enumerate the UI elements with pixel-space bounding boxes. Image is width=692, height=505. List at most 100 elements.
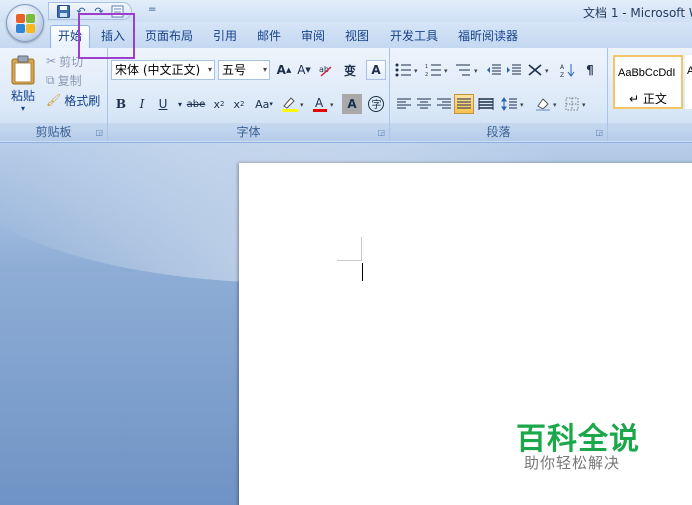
line-spacing-button[interactable]: ▾	[500, 94, 528, 114]
svg-text:A: A	[315, 96, 324, 110]
format-painter-label: 格式刷	[64, 93, 101, 108]
highlight-color-button[interactable]: ▾	[280, 94, 308, 114]
scissors-icon: ✂	[46, 54, 57, 68]
style-next[interactable]: A	[685, 55, 692, 109]
font-name-combobox[interactable]: 宋体 (中文正文) ▾	[111, 60, 215, 80]
shading-button[interactable]: ▾	[534, 94, 562, 114]
font-name-dropdown-icon: ▾	[207, 65, 212, 74]
italic-button[interactable]: I	[132, 94, 152, 114]
clear-formatting-icon[interactable]: ab	[316, 60, 336, 80]
asian-layout-button[interactable]: ▾	[526, 60, 554, 80]
style-name: ↵ 正文	[629, 92, 667, 106]
tab-review[interactable]: 审阅	[295, 26, 331, 46]
distributed-align-button[interactable]	[476, 94, 496, 114]
tab-mailings[interactable]: 邮件	[251, 26, 287, 46]
svg-text:▾: ▾	[444, 67, 448, 75]
change-case-label: Aa	[255, 97, 270, 111]
copy-button[interactable]: ⧉ 复制	[46, 71, 82, 89]
character-shading-icon[interactable]: A	[342, 94, 362, 114]
window-title: 文档 1 - Microsoft W	[583, 6, 692, 20]
clipboard-group-label: 剪贴板	[0, 123, 107, 141]
svg-text:▾: ▾	[553, 101, 557, 109]
svg-text:▾: ▾	[582, 101, 586, 109]
show-marks-icon[interactable]: ¶	[580, 60, 600, 80]
change-case-button[interactable]: Aa ▾	[250, 94, 278, 114]
office-button[interactable]	[6, 4, 44, 42]
paragraph-group: ▾ 1 2 ▾ ▾ ▾ AZ ¶ ▾ ▾ ▾ 段落 ◲	[390, 48, 608, 141]
strikethrough-label: abe	[186, 98, 206, 110]
borders-button[interactable]: ▾	[564, 94, 592, 114]
svg-text:▾: ▾	[545, 67, 549, 75]
align-left-button[interactable]	[394, 94, 414, 114]
svg-text:▾: ▾	[330, 101, 334, 109]
svg-text:Z: Z	[560, 72, 564, 78]
font-size-dropdown-icon: ▾	[262, 65, 267, 74]
clipboard-launcher-icon[interactable]: ◲	[95, 128, 103, 137]
multilevel-list-button[interactable]: ▾	[454, 60, 482, 80]
decrease-indent-icon[interactable]	[484, 60, 504, 80]
bullets-button[interactable]: ▾	[394, 60, 422, 80]
style-next-sample: A	[687, 65, 692, 77]
insert-tab-highlight	[78, 13, 135, 59]
copy-label: 复制	[57, 73, 82, 88]
numbering-button[interactable]: 1 2 ▾	[424, 60, 452, 80]
paragraph-group-label: 段落	[390, 123, 607, 141]
ribbon: 粘贴 ▾ ✂ 剪切 ⧉ 复制 🖌 格式刷 剪贴板 ◲ 宋体 (中文正文) ▾ 五…	[0, 48, 692, 143]
paste-button[interactable]: 粘贴 ▾	[6, 52, 40, 116]
font-group-label: 字体	[108, 123, 389, 141]
enclose-characters-icon[interactable]: 字	[366, 94, 386, 114]
tab-view[interactable]: 视图	[339, 26, 375, 46]
svg-text:1: 1	[425, 64, 428, 70]
save-icon[interactable]	[55, 4, 71, 18]
text-cursor	[362, 263, 363, 281]
clipboard-group: 粘贴 ▾ ✂ 剪切 ⧉ 复制 🖌 格式刷 剪贴板 ◲	[0, 48, 108, 141]
character-border-icon[interactable]: A	[366, 60, 386, 80]
shrink-font-button[interactable]: A ▼	[294, 60, 314, 80]
tab-references[interactable]: 引用	[207, 26, 243, 46]
justify-button[interactable]	[454, 94, 474, 114]
svg-text:▾: ▾	[474, 67, 478, 75]
paragraph-launcher-icon[interactable]: ◲	[595, 128, 603, 137]
paste-label: 粘贴	[10, 89, 35, 103]
highlighter-icon: ▾	[282, 97, 304, 112]
align-right-button[interactable]	[434, 94, 454, 114]
sort-icon[interactable]: AZ	[558, 60, 578, 80]
svg-text:字: 字	[372, 98, 382, 111]
tab-foxit-reader[interactable]: 福昕阅读器	[452, 26, 524, 46]
margin-mark-horizontal	[337, 260, 361, 261]
clipboard-icon	[11, 55, 35, 85]
customize-qat-dropdown[interactable]: =	[148, 4, 156, 15]
font-color-button[interactable]: A ▾	[310, 94, 338, 114]
align-center-button[interactable]	[414, 94, 434, 114]
font-name-value: 宋体 (中文正文)	[115, 63, 201, 77]
paste-dropdown-icon: ▾	[20, 104, 25, 113]
copy-icon: ⧉	[46, 72, 55, 87]
styles-group-label	[608, 123, 692, 141]
margin-mark-vertical	[361, 237, 362, 261]
font-launcher-icon[interactable]: ◲	[377, 128, 385, 137]
svg-text:▾: ▾	[414, 67, 418, 75]
svg-text:2: 2	[425, 72, 428, 77]
strikethrough-button[interactable]: abe	[184, 94, 208, 114]
tab-page-layout[interactable]: 页面布局	[140, 26, 198, 46]
increase-indent-icon[interactable]	[504, 60, 524, 80]
format-painter-button[interactable]: 🖌 格式刷	[46, 91, 100, 109]
svg-text:▾: ▾	[520, 101, 524, 109]
font-size-combobox[interactable]: 五号 ▾	[218, 60, 270, 80]
phonetic-guide-icon[interactable]: 变	[340, 60, 360, 80]
style-sample-text: AaBbCcDdI	[618, 67, 676, 79]
bold-button[interactable]: B	[111, 94, 131, 114]
tab-developer[interactable]: 开发工具	[385, 26, 443, 46]
font-size-value: 五号	[222, 63, 247, 77]
svg-text:A: A	[560, 64, 565, 71]
font-group: 宋体 (中文正文) ▾ 五号 ▾ A ▲ A ▼ ab 变 A B I U ▾ ab…	[108, 48, 390, 141]
office-logo-icon	[16, 14, 36, 34]
subscript-button[interactable]: x2	[209, 94, 229, 114]
watermark-subtitle: 助你轻松解决	[524, 454, 621, 472]
paintbrush-icon: 🖌	[46, 93, 62, 107]
font-color-icon: A ▾	[313, 96, 334, 112]
superscript-button[interactable]: x2	[229, 94, 249, 114]
grow-font-button[interactable]: A ▲	[274, 60, 294, 80]
svg-text:▾: ▾	[300, 101, 304, 109]
style-normal[interactable]: AaBbCcDdI ↵ 正文	[613, 55, 683, 109]
